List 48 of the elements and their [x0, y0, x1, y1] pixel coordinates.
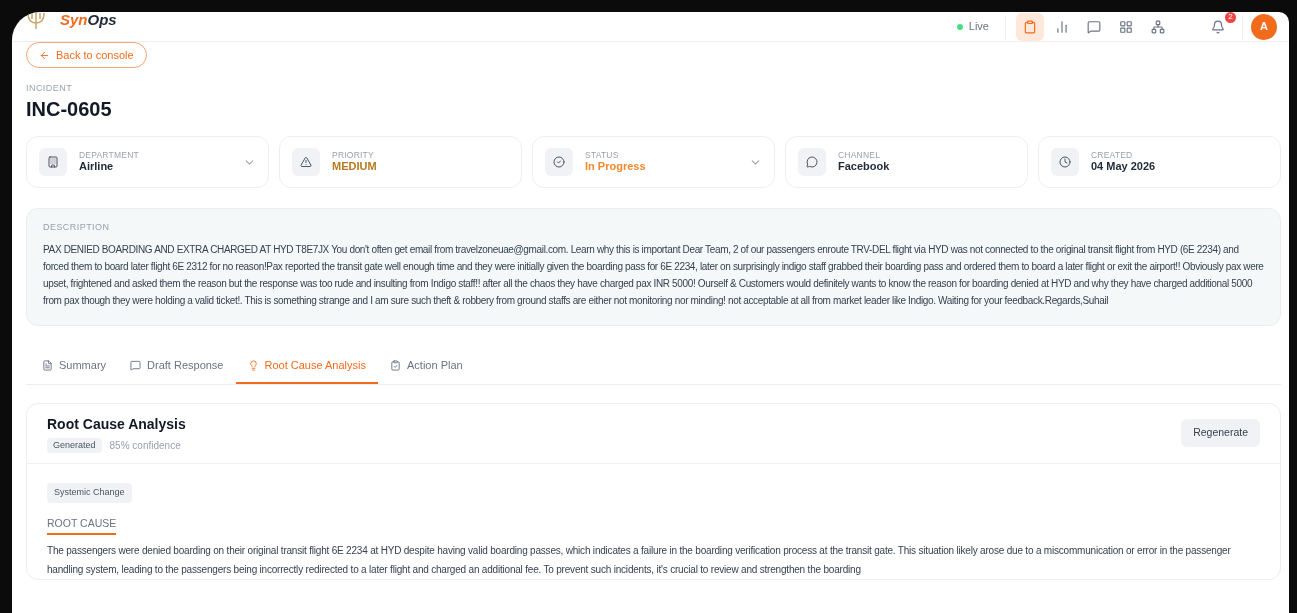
description-text: PAX DENIED BOARDING AND EXTRA CHARGED AT HYD T8E7JX You don't often get email from travelzoneuae@gmail.com. Learn why this is important Dear Team, 2 of our passengers enroute TRV-DEL flight via HYD was not connected to the original transit flight from HYD (6E 2234) and forced them to board later flight 6E 2312 for no reason!Pax reported the transit gate well enough time and they were initially given the boarding pass for 6E 2234, later on surprisingly indigo staff grabbed their boarding pass and ordered them to board a later flight or exit the airport!! Obviously pax were upset, frightened and asked them the reason but the response was too rude and insulting from Indigo staff!! after all the chaos they have charged pax INR 5000! Ourself & Customers would definitely wants to know the reason for boarding denied at HYD and why they have charged additional 5000 from pax though they were holding a valid ticket!. This is something strange and I am sure such theft & robbery from ground staffs are either not monitoring nor minding! not acceptable at all from market leader like Indigo. Waiting for your feedback.Regards,Suhail	[43, 242, 1264, 308]
status-tag: Generated	[47, 437, 102, 453]
user-avatar[interactable]: A	[1251, 13, 1277, 40]
arrow-left-icon	[39, 49, 50, 61]
incident-label: INCIDENT	[26, 84, 74, 93]
tab[interactable]: Draft Response	[118, 349, 236, 384]
info-card[interactable]: DEPARTMENT Airline	[26, 136, 269, 188]
building-icon	[47, 156, 59, 168]
category-tag: Systemic Change	[47, 483, 132, 503]
clipboard-nav-button[interactable]	[1016, 12, 1044, 41]
clock-icon	[1059, 156, 1071, 168]
tab[interactable]: Root Cause Analysis	[235, 349, 378, 384]
field-label: CHANNEL	[838, 149, 882, 161]
chat-icon	[130, 360, 142, 371]
chat-icon	[806, 156, 818, 168]
section-heading: ROOT CAUSE	[47, 514, 117, 535]
regenerate-button[interactable]: Regenerate	[1181, 419, 1260, 448]
field-value: Airline	[79, 160, 115, 175]
field-label: PRIORITY	[332, 149, 375, 161]
bar-chart-icon	[1055, 19, 1069, 34]
check-circle-icon	[553, 156, 565, 168]
clipboard-icon	[1023, 19, 1037, 34]
bell-icon	[1211, 19, 1225, 34]
tab[interactable]: Summary	[30, 349, 119, 384]
description-label: DESCRIPTION	[43, 221, 111, 234]
tab[interactable]: Action Plan	[378, 349, 475, 384]
field-value: In Progress	[585, 160, 647, 175]
confidence-text: 85% confidence	[109, 438, 181, 453]
field-label: DEPARTMENT	[79, 149, 140, 161]
live-label: Live	[968, 19, 989, 35]
network-icon	[1151, 19, 1165, 34]
lightbulb-icon	[247, 360, 259, 371]
field-label: CREATED	[1091, 149, 1134, 161]
document-icon	[42, 360, 53, 371]
analysis-title: Root Cause Analysis	[47, 414, 187, 434]
notification-badge: 2	[1225, 12, 1236, 23]
brand-name: SynOps	[60, 12, 117, 31]
field-label: STATUS	[585, 149, 620, 161]
chat-icon	[1087, 19, 1101, 34]
field-value: 04 May 2026	[1091, 160, 1157, 175]
info-card[interactable]: STATUS In Progress	[532, 136, 775, 188]
incident-id: INC-0605	[26, 97, 113, 122]
field-value: MEDIUM	[332, 160, 378, 175]
field-value: Facebook	[838, 160, 891, 175]
clipboard-check-icon	[390, 360, 401, 371]
warning-icon	[300, 156, 312, 168]
root-cause-text: The passengers were denied boarding on their original transit flight 6E 2234 at HYD despite having valid boarding passes, which indicates a failure in the boarding verification process at the transit gate. This situation likely arose due to a miscommunication or error in the passenger handling system, leading to the passengers being incorrectly redirected to a later flight and charged an additional fee. To prevent such incidents, it's crucial to review and strengthen the boarding	[47, 543, 1232, 577]
grid-icon	[1119, 19, 1133, 34]
